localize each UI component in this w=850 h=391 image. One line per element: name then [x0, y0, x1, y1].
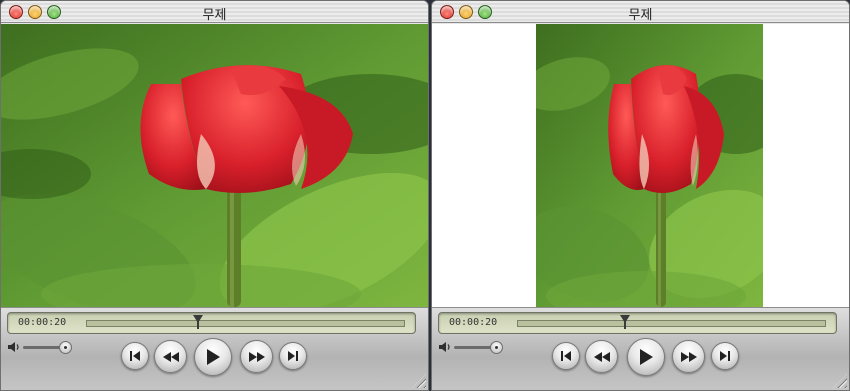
video-area[interactable] [1, 24, 428, 307]
rewind-button[interactable] [585, 340, 618, 373]
timecode: 00:00:20 [449, 317, 498, 328]
time-display: 00:00:20 [7, 312, 416, 334]
volume-slider[interactable] [23, 341, 73, 354]
timecode: 00:00:20 [18, 317, 67, 328]
title-bar[interactable]: 무제 [1, 1, 428, 23]
fast-forward-button[interactable] [672, 340, 705, 373]
window-title: 무제 [202, 8, 227, 23]
rewind-icon [593, 351, 610, 362]
play-icon [640, 349, 653, 365]
scrub-bar[interactable] [86, 315, 405, 329]
video-area[interactable] [432, 24, 849, 307]
go-to-end-button[interactable] [711, 342, 739, 370]
movie-window-letterboxed: 무제 00:00:20 [431, 0, 850, 391]
skip-forward-icon [720, 351, 730, 361]
play-icon [207, 349, 220, 365]
skip-forward-icon [288, 351, 298, 361]
resize-grip-icon[interactable] [412, 374, 426, 388]
speaker-icon[interactable] [7, 341, 21, 353]
playhead-icon[interactable] [192, 315, 203, 329]
resize-grip-icon[interactable] [833, 374, 847, 388]
volume-slider[interactable] [454, 341, 504, 354]
window-title: 무제 [628, 8, 653, 23]
go-to-start-button[interactable] [121, 342, 149, 370]
play-button[interactable] [627, 338, 665, 376]
skip-back-icon [561, 351, 571, 361]
volume-knob[interactable] [490, 341, 504, 354]
fast-forward-icon [248, 351, 265, 362]
scrub-bar[interactable] [517, 315, 826, 329]
title-bar[interactable]: 무제 [432, 1, 849, 23]
fast-forward-icon [680, 351, 697, 362]
skip-back-icon [130, 351, 140, 361]
play-button[interactable] [194, 338, 232, 376]
controller-bar: 00:00:20 [432, 307, 849, 390]
video-frame-tulip [1, 24, 428, 307]
rewind-button[interactable] [154, 340, 187, 373]
playhead-icon[interactable] [620, 315, 631, 329]
controller-bar: 00:00:20 [1, 307, 428, 390]
movie-window-original: 무제 00:00:20 [0, 0, 429, 391]
video-frame-tulip [536, 24, 763, 307]
fast-forward-button[interactable] [240, 340, 273, 373]
speaker-icon[interactable] [438, 341, 452, 353]
rewind-icon [162, 351, 179, 362]
time-display: 00:00:20 [438, 312, 837, 334]
go-to-end-button[interactable] [279, 342, 307, 370]
volume-knob[interactable] [59, 341, 73, 354]
go-to-start-button[interactable] [552, 342, 580, 370]
